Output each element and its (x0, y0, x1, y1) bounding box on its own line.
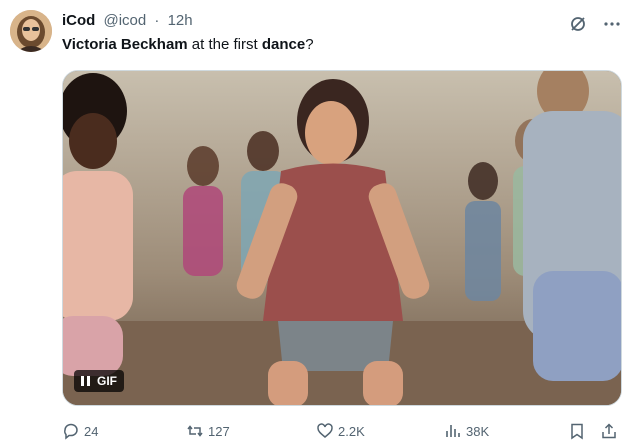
bookmark-button[interactable] (568, 420, 586, 442)
views-count: 38K (466, 423, 490, 439)
heart-icon (317, 423, 333, 438)
like-button[interactable]: 2.2K (316, 420, 365, 442)
author-avatar[interactable] (10, 10, 52, 52)
views-button[interactable]: 38K (444, 420, 489, 442)
gif-badge-label: GIF (97, 374, 117, 388)
tweet-text-plain-2: ? (305, 36, 314, 53)
share-icon (602, 423, 616, 439)
share-button[interactable] (600, 420, 618, 442)
tweet-top-actions (568, 14, 622, 34)
tweet-action-bar: 24 127 2.2K 38K (62, 420, 622, 442)
grok-icon[interactable] (568, 14, 588, 34)
avatar-image (10, 10, 52, 52)
pause-icon[interactable] (81, 376, 90, 386)
reply-icon (64, 423, 78, 440)
tweet-time[interactable]: 12h (168, 12, 193, 29)
gif-media[interactable] (62, 70, 622, 406)
retweet-count: 127 (208, 423, 230, 439)
author-name[interactable]: iCod (62, 12, 95, 29)
views-icon (446, 425, 460, 437)
gif-frame-image (63, 71, 621, 405)
retweet-icon (187, 425, 203, 437)
bookmark-icon (571, 423, 583, 440)
separator-dot: · (154, 12, 160, 29)
more-icon[interactable] (602, 14, 622, 34)
tweet-header: iCod @icod · 12h (62, 11, 193, 31)
tweet-text-bold-2: dance (261, 36, 306, 53)
gif-badge[interactable]: GIF (74, 370, 124, 392)
reply-count: 24 (84, 423, 99, 439)
tweet-text-plain-1: at the first (187, 36, 262, 53)
retweet-button[interactable]: 127 (186, 420, 230, 442)
tweet-text-bold-1: Victoria Beckham (62, 36, 188, 53)
like-count: 2.2K (338, 423, 365, 439)
reply-button[interactable]: 24 (62, 420, 98, 442)
tweet-text: Victoria Beckham at the first dance? (62, 35, 314, 55)
author-handle[interactable]: @icod (104, 12, 147, 29)
